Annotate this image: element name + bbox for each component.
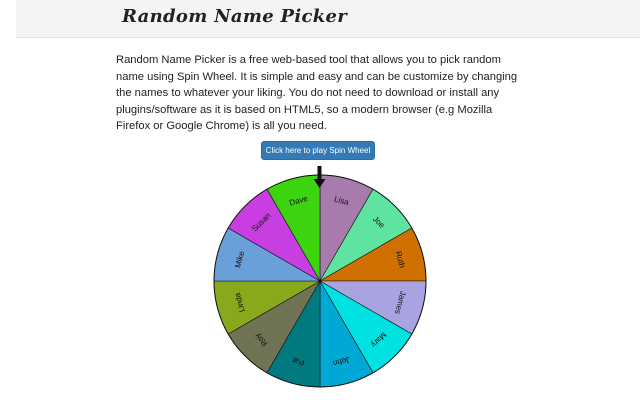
wheel-segments[interactable]: LisaJoeRuthJamesMaryJohnPatRoyLindaMikeS… <box>213 174 427 388</box>
spin-wheel[interactable]: LisaJoeRuthJamesMaryJohnPatRoyLindaMikeS… <box>0 0 640 400</box>
page: Random Name Picker Random Name Picker is… <box>0 0 640 400</box>
